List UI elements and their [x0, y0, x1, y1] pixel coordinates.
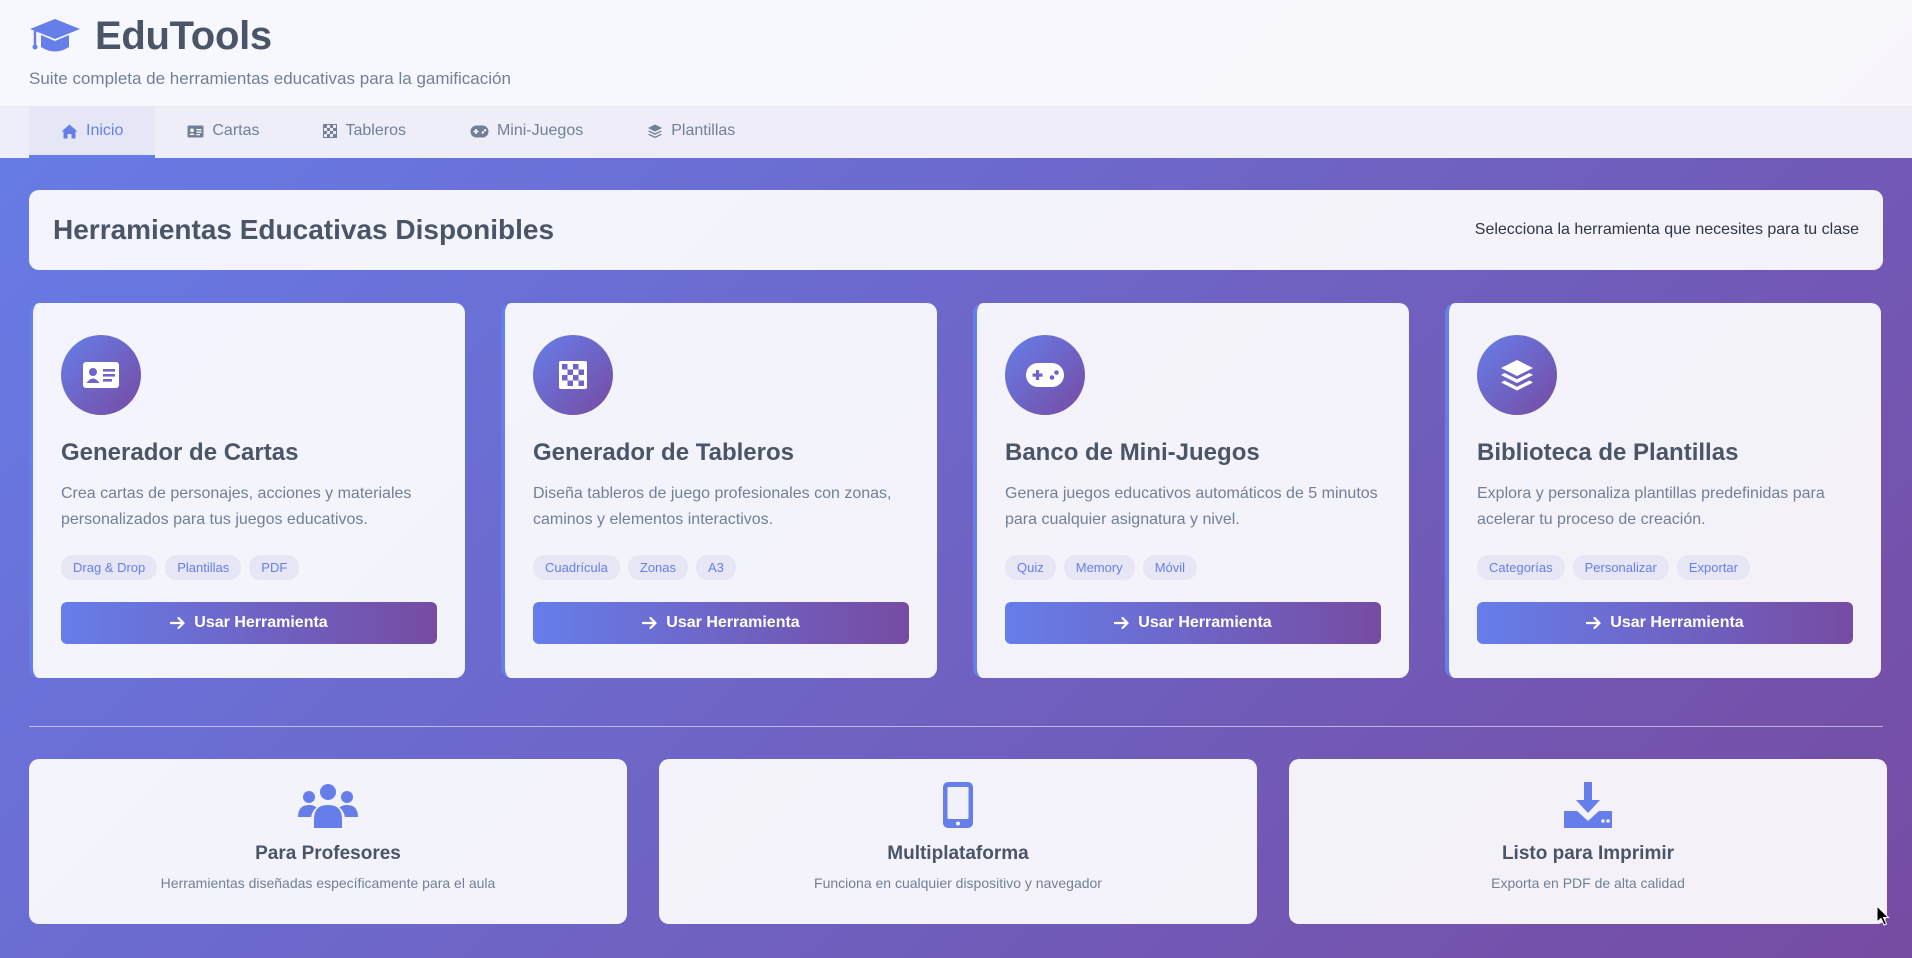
tool-description: Diseña tableros de juego profesionales c… [533, 485, 892, 528]
use-tool-button-mini-juegos[interactable]: Usar Herramienta [1005, 602, 1381, 644]
tool-description: Genera juegos educativos automáticos de … [1005, 485, 1378, 528]
feature-description: Exporta en PDF de alta calidad [1491, 875, 1685, 891]
app-subtitle: Suite completa de herramientas educativa… [29, 69, 511, 88]
users-icon [298, 781, 358, 829]
arrow-right-icon [1586, 616, 1602, 630]
button-label: Usar Herramienta [1610, 614, 1744, 631]
feature-description: Funciona en cualquier dispositivo y nave… [814, 875, 1102, 891]
tool-title: Generador de Cartas [61, 439, 299, 466]
app-header: EduTools Suite completa de herramientas … [0, 0, 1912, 106]
feature-description: Herramientas diseñadas específicamente p… [160, 875, 496, 891]
tool-description: Crea cartas de personajes, acciones y ma… [61, 485, 412, 528]
use-tool-button-plantillas[interactable]: Usar Herramienta [1477, 602, 1853, 644]
layer-group-icon [647, 123, 663, 139]
tag: PDF [249, 555, 300, 580]
arrow-right-icon [642, 616, 658, 630]
tag: A3 [696, 555, 736, 580]
chess-board-icon [323, 124, 338, 138]
chess-board-icon [533, 335, 613, 415]
tab-label: Cartas [212, 122, 260, 139]
gamepad-icon [1005, 335, 1085, 415]
tab-label: Plantillas [671, 122, 736, 139]
tag: Cuadrícula [533, 555, 620, 580]
tag: Drag & Drop [61, 555, 158, 580]
section-hint: Selecciona la herramienta que necesites … [1474, 221, 1859, 238]
tag: Zonas [627, 555, 689, 580]
tag: Memory [1063, 555, 1135, 580]
tab-label: Tableros [345, 122, 406, 139]
mobile-icon [942, 781, 974, 829]
use-tool-button-tableros[interactable]: Usar Herramienta [533, 602, 909, 644]
tab-plantillas[interactable]: Plantillas [615, 107, 767, 158]
graduation-cap-icon [29, 18, 81, 56]
tab-tableros[interactable]: Tableros [291, 107, 437, 158]
mouse-cursor-icon [1876, 904, 1890, 927]
feature-title: Listo para Imprimir [1501, 843, 1675, 864]
feature-card-profesores: Para Profesores Herramientas diseñadas e… [29, 759, 627, 924]
gamepad-icon [470, 125, 489, 138]
feature-title: Multiplataforma [887, 843, 1029, 864]
arrow-right-icon [170, 616, 186, 630]
tool-card-plantillas: Biblioteca de Plantillas Explora y perso… [1445, 303, 1881, 678]
tab-cartas[interactable]: Cartas [155, 107, 291, 158]
home-icon [61, 124, 78, 139]
tab-label: Inicio [86, 122, 124, 139]
tag: Móvil [1142, 555, 1198, 580]
tool-tags: Categorías Personalizar Exportar [1477, 555, 1853, 580]
section-divider [29, 726, 1883, 727]
brand: EduTools [29, 14, 1883, 59]
main-nav: Inicio Cartas Tableros Mini-Juegos Plant… [0, 106, 1912, 158]
tool-card-tableros: Generador de Tableros Diseña tableros de… [501, 303, 937, 678]
tag: Plantillas [165, 555, 242, 580]
arrow-right-icon [1114, 616, 1130, 630]
tag: Quiz [1005, 555, 1056, 580]
id-card-icon [187, 124, 204, 139]
tag: Exportar [1676, 555, 1750, 580]
tag: Personalizar [1572, 555, 1669, 580]
app-title: EduTools [95, 14, 272, 58]
tool-card-cartas: Generador de Cartas Crea cartas de perso… [29, 303, 465, 678]
features-grid: Para Profesores Herramientas diseñadas e… [29, 759, 1887, 924]
use-tool-button-cartas[interactable]: Usar Herramienta [61, 602, 437, 644]
tool-title: Banco de Mini-Juegos [1005, 439, 1260, 466]
layer-group-icon [1477, 335, 1557, 415]
tool-tags: Quiz Memory Móvil [1005, 555, 1381, 580]
tool-tags: Drag & Drop Plantillas PDF [61, 555, 437, 580]
section-title: Herramientas Educativas Disponibles [53, 214, 555, 245]
main-content: Herramientas Educativas Disponibles Sele… [0, 158, 1912, 924]
button-label: Usar Herramienta [194, 614, 328, 631]
id-card-icon [61, 335, 141, 415]
tool-title: Generador de Tableros [533, 439, 794, 466]
section-header: Herramientas Educativas Disponibles Sele… [29, 190, 1883, 270]
button-label: Usar Herramienta [666, 614, 800, 631]
tag: Categorías [1477, 555, 1565, 580]
feature-title: Para Profesores [255, 843, 401, 864]
feature-card-multiplataforma: Multiplataforma Funciona en cualquier di… [659, 759, 1257, 924]
feature-card-imprimir: Listo para Imprimir Exporta en PDF de al… [1289, 759, 1887, 924]
tool-tags: Cuadrícula Zonas A3 [533, 555, 909, 580]
tool-card-mini-juegos: Banco de Mini-Juegos Genera juegos educa… [973, 303, 1409, 678]
tool-title: Biblioteca de Plantillas [1477, 439, 1739, 466]
tools-grid: Generador de Cartas Crea cartas de perso… [29, 303, 1883, 678]
button-label: Usar Herramienta [1138, 614, 1272, 631]
download-icon [1563, 781, 1613, 829]
tab-label: Mini-Juegos [496, 122, 584, 139]
tool-description: Explora y personaliza plantillas predefi… [1477, 485, 1825, 528]
tab-inicio[interactable]: Inicio [29, 107, 156, 158]
tab-mini-juegos[interactable]: Mini-Juegos [438, 107, 615, 158]
